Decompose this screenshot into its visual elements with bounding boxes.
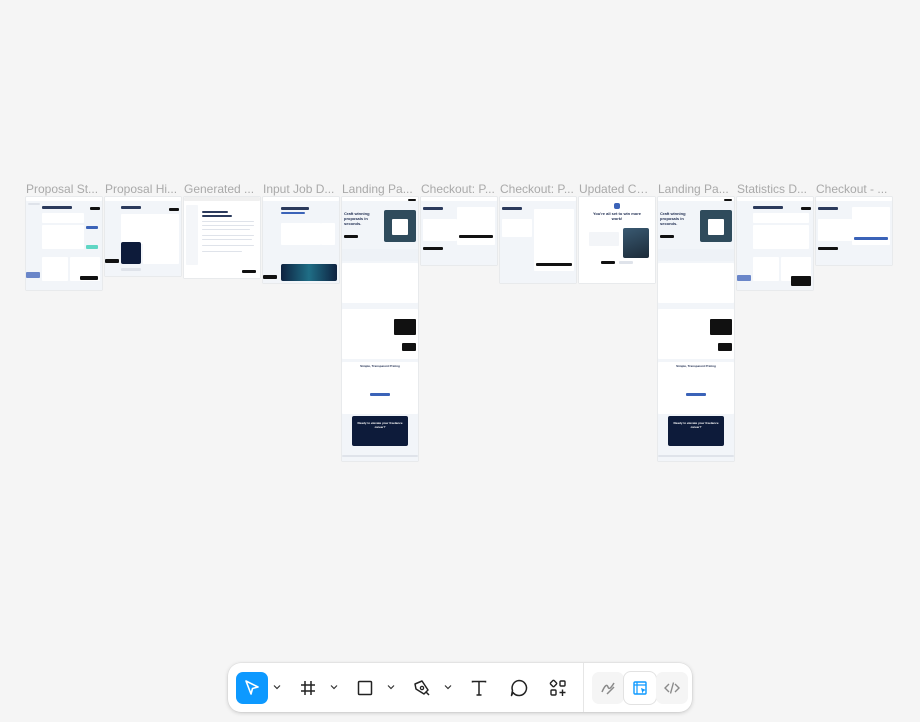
frame-title[interactable]: Proposal St...: [26, 182, 100, 196]
shape-tool-button[interactable]: [349, 672, 381, 704]
text-icon: [471, 680, 487, 696]
chevron-down-icon[interactable]: [444, 683, 452, 691]
hero-headline: Craft winning proposals in seconds.: [660, 211, 686, 226]
frame-updated-checkout[interactable]: You're all set to win more work!: [579, 197, 655, 283]
design-mode-icon: [633, 681, 647, 695]
frame-title[interactable]: Landing Pa...: [658, 182, 732, 196]
bottom-toolbar: [228, 663, 692, 712]
actions-icon: [549, 679, 566, 696]
text-tool-button[interactable]: [463, 672, 495, 704]
frame-title[interactable]: Checkout: P...: [500, 182, 574, 196]
frame-statistics-dashboard[interactable]: [737, 197, 813, 290]
dev-mode-button[interactable]: [656, 672, 688, 704]
move-tool-button[interactable]: [236, 672, 268, 704]
frame-checkout-2[interactable]: [500, 197, 576, 283]
dev-mode-icon: [664, 682, 680, 694]
draw-mode-icon: [601, 682, 615, 695]
frame-grid-icon: [301, 681, 315, 695]
move-cursor-icon: [245, 680, 259, 695]
frame-title[interactable]: Updated Ch...: [579, 182, 653, 196]
draw-mode-button[interactable]: [592, 672, 624, 704]
chevron-down-icon[interactable]: [273, 683, 281, 691]
pricing-heading: Simple, Transparent Pricing: [676, 364, 716, 368]
pricing-heading: Simple, Transparent Pricing: [360, 364, 400, 368]
frame-landing-page[interactable]: Craft winning proposals in seconds. Simp…: [342, 197, 418, 461]
frame-title[interactable]: Statistics D...: [737, 182, 811, 196]
rectangle-icon: [357, 680, 373, 696]
frame-title[interactable]: Input Job D...: [263, 182, 337, 196]
cta-heading: Ready to elevate your freelance career?: [673, 421, 719, 429]
frame-tool-button[interactable]: [292, 672, 324, 704]
comment-icon: [510, 679, 528, 697]
frame-generated-proposal[interactable]: [184, 197, 260, 278]
frame-proposal-history[interactable]: [105, 197, 181, 276]
frame-checkout-3[interactable]: [816, 197, 892, 265]
frame-title[interactable]: Checkout - ...: [816, 182, 890, 196]
comment-tool-button[interactable]: [503, 672, 535, 704]
frame-title[interactable]: Landing Pa...: [342, 182, 416, 196]
design-mode-button[interactable]: [624, 672, 656, 704]
frame-title[interactable]: Generated ...: [184, 182, 258, 196]
frame-proposal-stats[interactable]: [26, 197, 102, 290]
frame-input-job-details[interactable]: [263, 197, 339, 283]
cta-heading: Ready to elevate your freelance career?: [357, 421, 403, 429]
pen-icon: [414, 680, 430, 696]
frame-title[interactable]: Proposal Hi...: [105, 182, 179, 196]
chevron-down-icon[interactable]: [387, 683, 395, 691]
frame-landing-page-2[interactable]: Craft winning proposals in seconds. Simp…: [658, 197, 734, 461]
toolbar-divider: [583, 663, 584, 712]
pen-tool-button[interactable]: [406, 672, 438, 704]
chevron-down-icon[interactable]: [330, 683, 338, 691]
frame-title[interactable]: Checkout: P...: [421, 182, 495, 196]
success-heading: You're all set to win more work!: [593, 211, 641, 221]
frame-checkout-1[interactable]: [421, 197, 497, 265]
design-canvas[interactable]: Proposal St... Proposal Hi... Generated …: [0, 0, 920, 722]
actions-tool-button[interactable]: [542, 672, 574, 704]
hero-headline: Craft winning proposals in seconds.: [344, 211, 370, 226]
